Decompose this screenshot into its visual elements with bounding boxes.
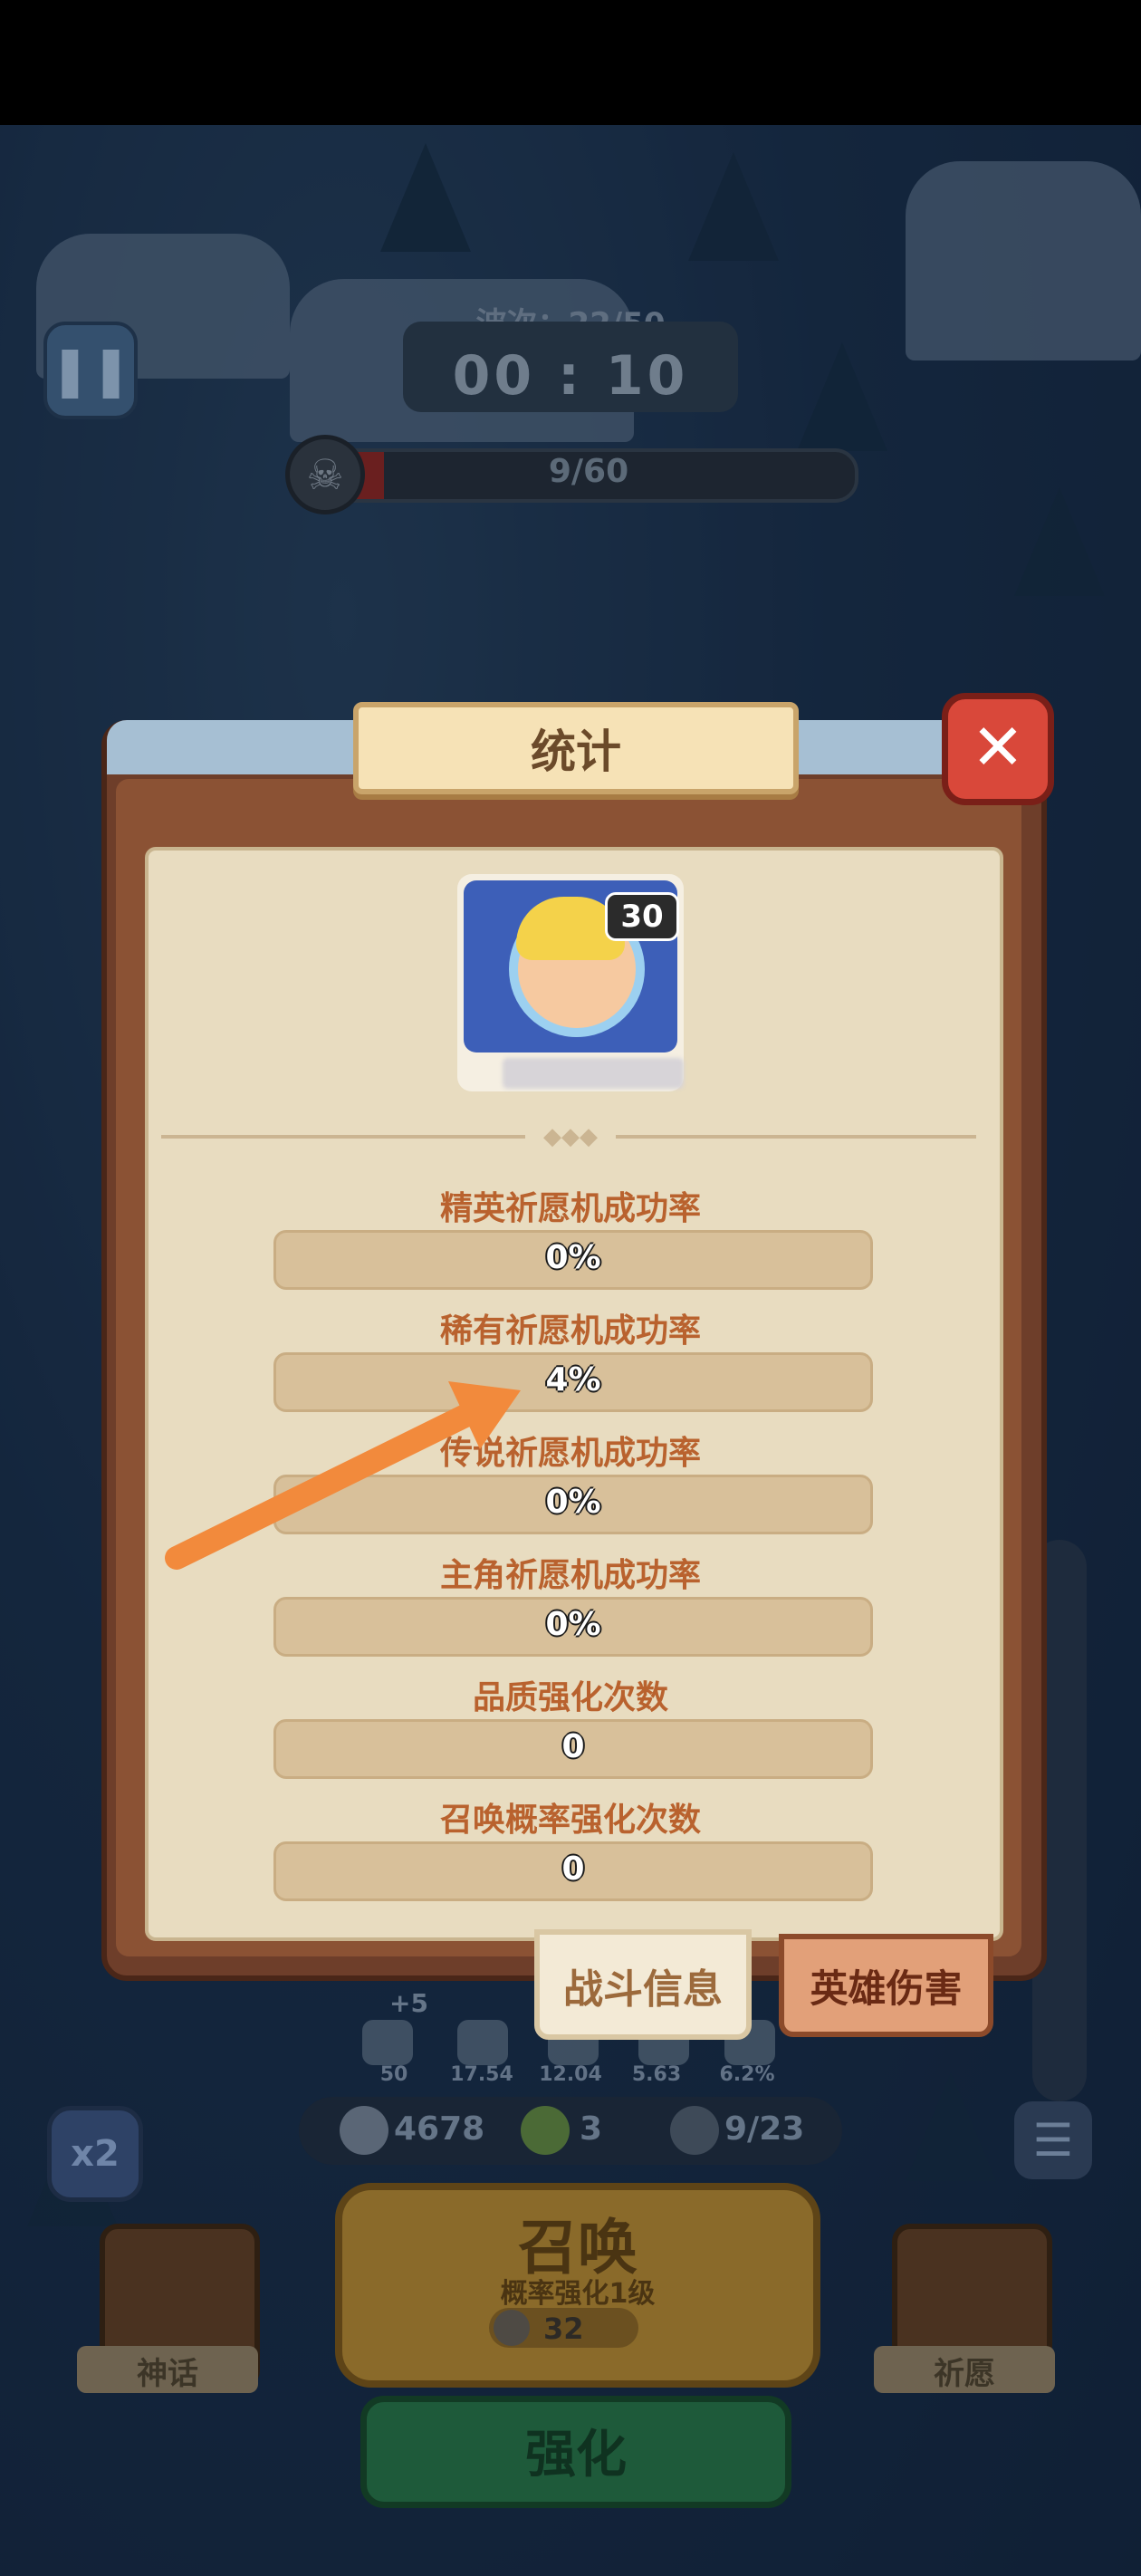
arrow-shaft (165, 1401, 483, 1570)
annotation-arrow (165, 1381, 521, 1570)
